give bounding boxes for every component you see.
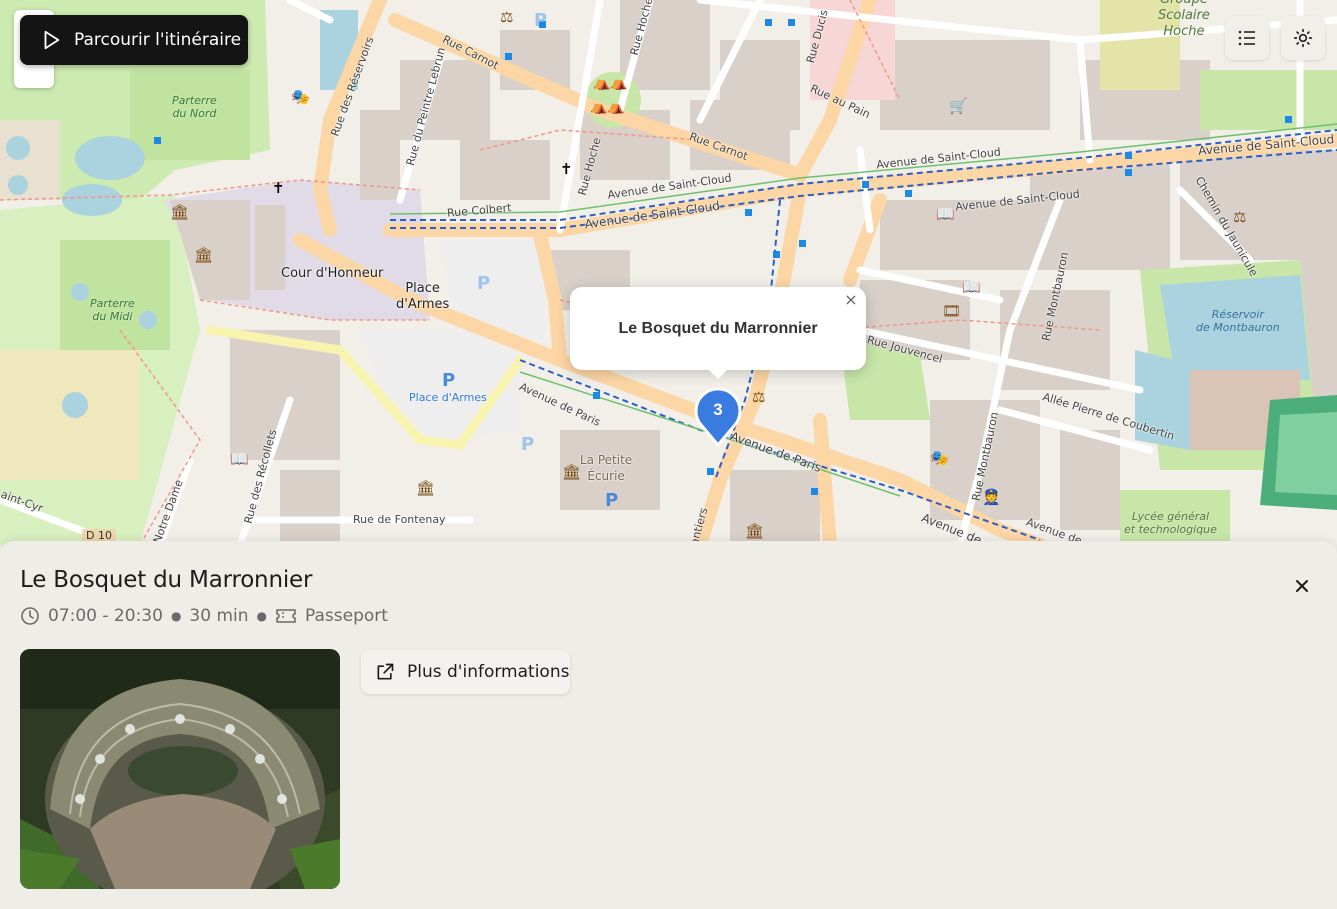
ticket-icon — [276, 609, 296, 623]
sun-icon — [1293, 28, 1313, 48]
list-icon — [1238, 30, 1255, 46]
opening-hours: 07:00 - 20:30 — [48, 606, 163, 626]
ticket-type: Passeport — [305, 606, 388, 626]
museum-icon: 🏛 — [416, 479, 436, 497]
detail-title: Le Bosquet du Marronnier — [20, 567, 313, 593]
app: Rue Carnot Rue Carnot Rue des Réservoirs… — [0, 0, 1337, 909]
popup-title: Le Bosquet du Marronnier — [618, 319, 818, 337]
museum-icon: 🏛 — [170, 203, 190, 221]
more-info-label: Plus d'informations — [407, 662, 570, 682]
tour-button-label: Parcourir l'itinéraire — [74, 30, 242, 50]
shop-icon: 🛒 — [949, 97, 968, 115]
theatre-icon: 🎭 — [930, 449, 949, 467]
map-base-layer — [0, 0, 1337, 545]
clock-icon — [21, 607, 39, 625]
tour-button[interactable]: Parcourir l'itinéraire — [20, 15, 248, 65]
map-view[interactable]: Rue Carnot Rue Carnot Rue des Réservoirs… — [0, 0, 1337, 545]
courthouse-icon: ⚖ — [1233, 208, 1247, 226]
popup-tip — [708, 369, 728, 379]
theme-toggle-button[interactable] — [1281, 16, 1325, 60]
map-marker[interactable]: 3 — [694, 387, 742, 448]
visit-duration: 30 min — [189, 606, 249, 626]
more-info-button[interactable]: Plus d'informations — [361, 650, 570, 694]
close-icon[interactable] — [1291, 575, 1313, 597]
church-icon: ✝ — [272, 179, 285, 197]
list-button[interactable] — [1225, 16, 1269, 60]
church-icon: ✝ — [560, 160, 573, 178]
library-icon: 📖 — [936, 205, 955, 223]
museum-icon: 🏛 — [562, 463, 582, 481]
museum-icon: 🏛 — [194, 246, 214, 264]
marker-number: 3 — [713, 400, 723, 419]
aerial-photo-image — [20, 649, 340, 889]
museum-icon: 🏛 — [745, 522, 765, 540]
separator-dot: ● — [256, 609, 267, 623]
separator-dot: ● — [170, 609, 182, 623]
picnic-icon: ⛺⛺ — [593, 75, 628, 91]
external-link-icon — [377, 663, 394, 680]
place-photo — [20, 649, 340, 889]
police-icon: 👮 — [982, 488, 1001, 506]
detail-meta: 07:00 - 20:30 ● 30 min ● Passeport — [20, 606, 388, 626]
library-icon: 📖 — [230, 450, 249, 468]
theatre-icon: 🎭 — [291, 88, 310, 106]
detail-sheet: Le Bosquet du Marronnier 07:00 - 20:30 ●… — [0, 541, 1337, 909]
library-icon: 📖 — [962, 278, 981, 296]
play-icon — [44, 30, 60, 50]
cinema-icon: 🎞 — [942, 302, 962, 320]
picnic-icon: ⛺⛺ — [590, 99, 625, 115]
map-popup[interactable]: Le Bosquet du Marronnier × — [570, 287, 866, 379]
courthouse-icon: ⚖ — [752, 388, 766, 406]
courthouse-icon: ⚖ — [500, 8, 514, 26]
popup-close-icon[interactable]: × — [844, 292, 858, 308]
